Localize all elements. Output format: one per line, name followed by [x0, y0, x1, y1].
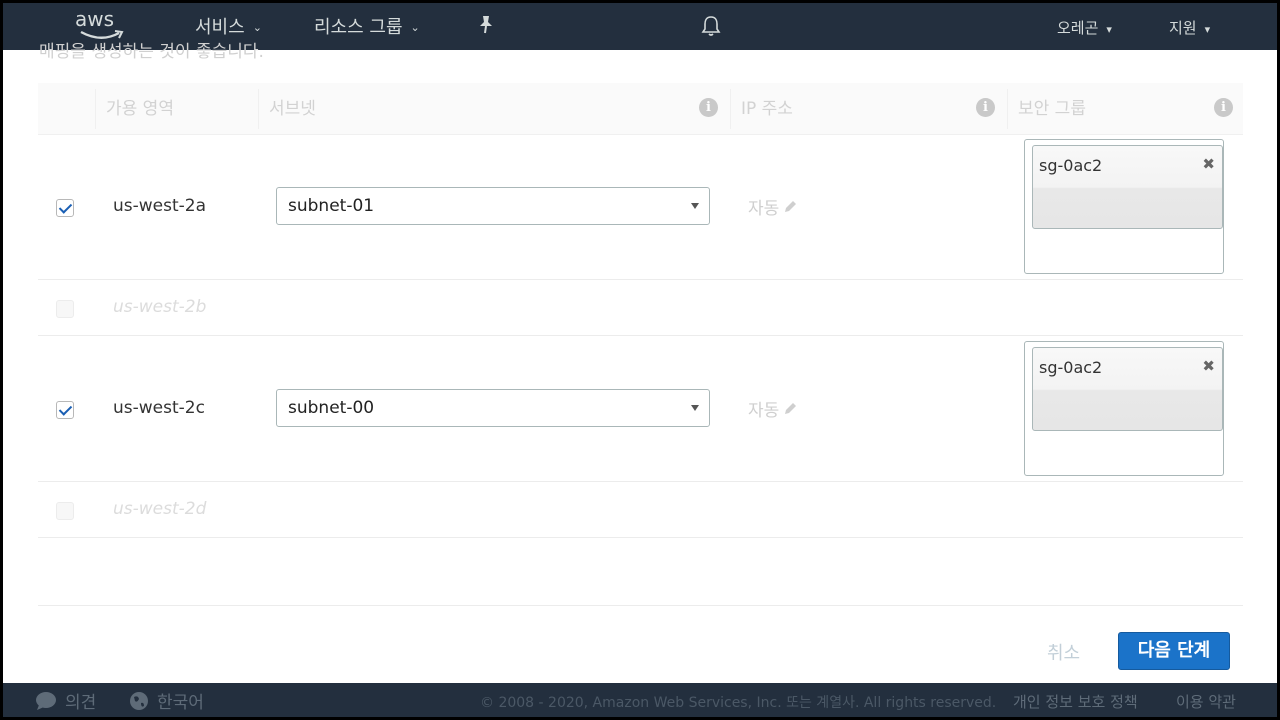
actions-divider	[38, 605, 1243, 606]
availability-zone: us-west-2a	[113, 196, 207, 216]
row-checkbox[interactable]	[56, 401, 74, 419]
security-group-tag: sg-0ac2 ✖	[1032, 347, 1223, 431]
row-checkbox	[56, 300, 74, 318]
row-divider	[38, 481, 1243, 482]
globe-icon	[130, 691, 148, 710]
remove-icon[interactable]: ✖	[1202, 152, 1215, 176]
services-label: 서비스	[195, 17, 245, 38]
ip-address-auto[interactable]: 자동	[748, 396, 798, 421]
row-checkbox	[56, 502, 74, 520]
availability-zone: us-west-2b	[113, 297, 207, 317]
table-header: 가용 영역 서브넷 i IP 주소 i 보안 그룹 i	[38, 83, 1243, 135]
speech-bubble-icon	[36, 691, 56, 710]
header-divider	[258, 89, 259, 129]
remove-icon[interactable]: ✖	[1202, 354, 1215, 378]
cancel-button[interactable]: 취소	[1047, 639, 1080, 665]
region-menu[interactable]: 오레곤 ▾	[1057, 17, 1112, 38]
feedback-button[interactable]: 의견	[35, 688, 96, 713]
terms-link[interactable]: 이용 약관	[1176, 691, 1236, 712]
row-divider	[38, 537, 1243, 538]
caret-down-icon: ▾	[1204, 22, 1211, 36]
pencil-icon	[785, 201, 797, 212]
pin-icon[interactable]	[477, 15, 495, 35]
region-label: 오레곤	[1057, 19, 1099, 37]
row-divider	[38, 335, 1243, 336]
subnet-select[interactable]: subnet-00	[276, 389, 710, 427]
header-divider	[95, 89, 96, 129]
feedback-label: 의견	[65, 693, 97, 713]
pencil-icon	[785, 403, 797, 414]
language-selector[interactable]: 한국어	[129, 688, 204, 713]
chevron-down-icon: ⌄	[252, 21, 262, 34]
resource-groups-label: 리소스 그룹	[314, 17, 403, 38]
language-label: 한국어	[157, 693, 204, 713]
footer: 의견 한국어 © 2008 - 2020, Amazon Web Service…	[3, 683, 1277, 717]
header-divider	[1007, 89, 1008, 129]
caret-down-icon	[691, 203, 699, 209]
resource-groups-menu[interactable]: 리소스 그룹 ⌄	[314, 13, 420, 39]
subnet-value: subnet-00	[288, 398, 375, 418]
info-icon[interactable]: i	[976, 98, 995, 117]
logo-text: aws	[75, 7, 115, 31]
security-group-input[interactable]: sg-0ac2 ✖	[1024, 341, 1224, 476]
ip-address-auto[interactable]: 자동	[748, 194, 798, 219]
caret-down-icon	[691, 405, 699, 411]
security-group-tag: sg-0ac2 ✖	[1032, 145, 1223, 229]
header-divider	[730, 89, 731, 129]
header-ip-address: IP 주소	[741, 99, 793, 119]
availability-zone: us-west-2d	[113, 499, 207, 519]
bell-icon[interactable]	[701, 15, 721, 37]
caret-down-icon: ▾	[1106, 22, 1112, 36]
support-label: 지원	[1169, 19, 1197, 37]
header-subnet: 서브넷	[269, 99, 316, 119]
availability-zone: us-west-2c	[113, 398, 205, 418]
app-frame: aws 서비스 ⌄ 리소스 그룹 ⌄ 오레곤 ▾ 지원 ▾ 매핑을 생성하는 것…	[3, 3, 1277, 717]
partially-hidden-description: 매핑을 생성하는 것이 좋습니다.	[39, 42, 264, 62]
subnet-value: subnet-01	[288, 196, 375, 216]
info-icon[interactable]: i	[1214, 98, 1233, 117]
chevron-down-icon: ⌄	[410, 21, 420, 34]
header-security-group: 보안 그룹	[1018, 99, 1086, 119]
next-step-button[interactable]: 다음 단계	[1118, 632, 1230, 670]
copyright-text: © 2008 - 2020, Amazon Web Services, Inc.…	[480, 695, 997, 711]
row-checkbox[interactable]	[56, 199, 74, 217]
ip-address-label: 자동	[748, 199, 780, 219]
subnet-select[interactable]: subnet-01	[276, 187, 710, 225]
security-group-name: sg-0ac2	[1039, 358, 1103, 377]
ip-address-label: 자동	[748, 401, 780, 421]
privacy-policy-link[interactable]: 개인 정보 보호 정책	[1013, 691, 1138, 712]
security-group-input[interactable]: sg-0ac2 ✖	[1024, 139, 1224, 274]
services-menu[interactable]: 서비스 ⌄	[195, 13, 262, 39]
row-divider	[38, 279, 1243, 280]
support-menu[interactable]: 지원 ▾	[1169, 17, 1210, 38]
header-availability-zone: 가용 영역	[106, 99, 174, 119]
info-icon[interactable]: i	[699, 98, 718, 117]
security-group-name: sg-0ac2	[1039, 156, 1103, 175]
